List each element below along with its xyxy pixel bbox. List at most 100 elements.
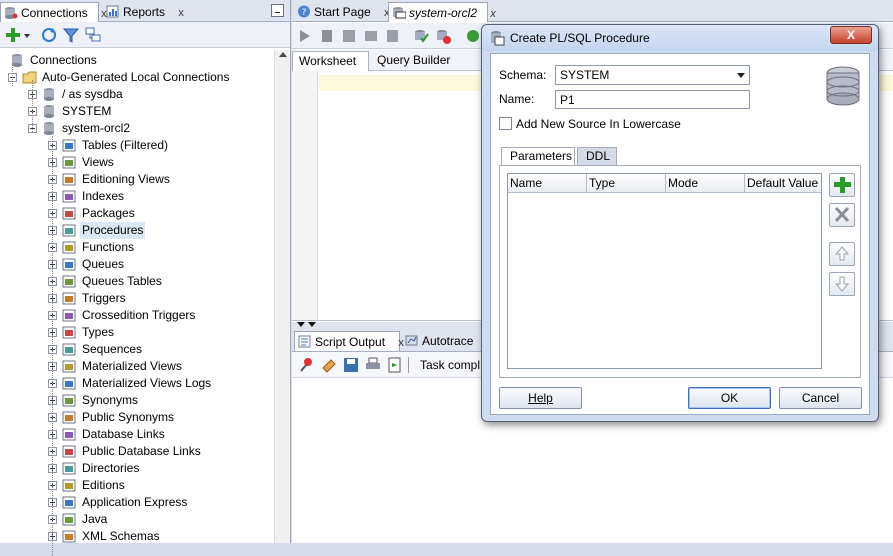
autotrace-icon[interactable] bbox=[362, 27, 380, 45]
connections-icon bbox=[5, 7, 18, 19]
add-parameter-button[interactable] bbox=[829, 173, 855, 197]
tree-item-views[interactable]: Views bbox=[0, 154, 274, 171]
tree-item-synonyms[interactable]: Synonyms bbox=[0, 392, 274, 409]
close-icon[interactable]: x bbox=[490, 8, 496, 20]
run-icon[interactable] bbox=[296, 27, 314, 45]
close-icon[interactable]: x bbox=[178, 7, 184, 19]
procedure-name-field[interactable]: P1 bbox=[555, 90, 750, 109]
tree-item-materialized-views[interactable]: Materialized Views bbox=[0, 358, 274, 375]
schema-browser-icon[interactable] bbox=[84, 26, 102, 44]
column-mode[interactable]: Mode bbox=[666, 174, 745, 193]
tab-start-page[interactable]: ? Start Page x bbox=[294, 2, 390, 22]
tree-item-public-synonyms[interactable]: Public Synonyms bbox=[0, 409, 274, 426]
object-type-icon bbox=[62, 530, 76, 543]
tree-item-label: Tables (Filtered) bbox=[82, 138, 169, 152]
save-icon[interactable] bbox=[342, 356, 360, 374]
tree-item-crossedition-triggers[interactable]: Crossedition Triggers bbox=[0, 307, 274, 324]
parameters-grid[interactable]: Name Type Mode Default Value bbox=[507, 173, 822, 369]
tree-item-queues-tables[interactable]: Queues Tables bbox=[0, 273, 274, 290]
tree-item-queues[interactable]: Queues bbox=[0, 256, 274, 273]
dialog-close-button[interactable]: X bbox=[830, 26, 872, 44]
column-type[interactable]: Type bbox=[587, 174, 666, 193]
tree-item-xml-schemas[interactable]: XML Schemas bbox=[0, 528, 274, 545]
pin-icon[interactable] bbox=[298, 356, 316, 374]
column-name[interactable]: Name bbox=[508, 174, 587, 193]
print-icon[interactable] bbox=[364, 356, 382, 374]
tree-scrollbar[interactable] bbox=[274, 50, 290, 543]
tab-system-orcl2[interactable]: system-orcl2 x bbox=[388, 2, 496, 22]
tree-item-editions[interactable]: Editions bbox=[0, 477, 274, 494]
tree-item-label: Application Express bbox=[82, 495, 188, 509]
dropdown-arrow-icon[interactable] bbox=[22, 26, 32, 44]
tree-item-indexes[interactable]: Indexes bbox=[0, 188, 274, 205]
tab-connections[interactable]: Connections x bbox=[0, 2, 107, 22]
tree-guide bbox=[32, 80, 33, 132]
clear-icon[interactable] bbox=[384, 27, 402, 45]
tree-item-procedures[interactable]: Procedures bbox=[0, 222, 274, 239]
add-connection-icon[interactable] bbox=[4, 26, 22, 44]
tree-item-tables-filtered-[interactable]: Tables (Filtered) bbox=[0, 137, 274, 154]
tree-item-connection[interactable]: SYSTEM bbox=[0, 103, 274, 120]
tree-item-database-links[interactable]: Database Links bbox=[0, 426, 274, 443]
tree-guide bbox=[52, 136, 53, 556]
tree-item-java[interactable]: Java bbox=[0, 511, 274, 528]
task-status-text: Task complete bbox=[420, 358, 480, 372]
editor-tabbar: ? Start Page x system-orcl2 x bbox=[292, 0, 893, 22]
tab-parameters[interactable]: Parameters bbox=[501, 147, 575, 166]
tab-script-output[interactable]: Script Output x bbox=[294, 331, 404, 351]
explain-plan-icon[interactable] bbox=[340, 27, 358, 45]
rollback-icon[interactable] bbox=[434, 27, 452, 45]
minimize-icon[interactable] bbox=[271, 4, 284, 17]
tab-query-builder[interactable]: Query Builder bbox=[371, 51, 461, 71]
tree-item-directories[interactable]: Directories bbox=[0, 460, 274, 477]
column-default-value[interactable]: Default Value bbox=[745, 174, 823, 193]
open-file-icon[interactable] bbox=[386, 356, 404, 374]
object-type-icon bbox=[62, 326, 76, 339]
tree-item-connection[interactable]: / as sysdba bbox=[0, 86, 274, 103]
sql-tuning-icon[interactable] bbox=[464, 27, 482, 45]
tree-item-label: Database Links bbox=[82, 427, 165, 441]
lowercase-checkbox[interactable] bbox=[499, 117, 512, 130]
move-up-button[interactable] bbox=[829, 242, 855, 266]
tree-item-label: Views bbox=[82, 155, 114, 169]
tree-item-materialized-views-logs[interactable]: Materialized Views Logs bbox=[0, 375, 274, 392]
schema-select[interactable]: SYSTEM bbox=[555, 65, 750, 85]
tree-item-label: Crossedition Triggers bbox=[82, 308, 196, 322]
tree-item-sequences[interactable]: Sequences bbox=[0, 341, 274, 358]
parameters-panel: Name Type Mode Default Value bbox=[499, 165, 861, 378]
run-script-icon[interactable] bbox=[318, 27, 336, 45]
move-down-button[interactable] bbox=[829, 272, 855, 296]
ok-button[interactable]: OK bbox=[688, 387, 771, 409]
tree-root-connections[interactable]: Connections bbox=[0, 52, 274, 69]
tree-item-triggers[interactable]: Triggers bbox=[0, 290, 274, 307]
remove-parameter-button[interactable] bbox=[829, 203, 855, 227]
tree-item-functions[interactable]: Functions bbox=[0, 239, 274, 256]
refresh-icon[interactable] bbox=[40, 26, 58, 44]
eraser-icon[interactable] bbox=[320, 356, 338, 374]
tree-item-label: XML Schemas bbox=[82, 529, 160, 543]
tree-item-label: Packages bbox=[82, 206, 135, 220]
tab-worksheet[interactable]: Worksheet bbox=[292, 51, 369, 71]
help-button[interactable]: Help bbox=[499, 387, 582, 409]
tree-item-connection[interactable]: system-orcl2 bbox=[0, 120, 274, 137]
dialog-titlebar[interactable]: Create PL/SQL Procedure X bbox=[482, 25, 878, 51]
tree-item-public-database-links[interactable]: Public Database Links bbox=[0, 443, 274, 460]
cancel-button[interactable]: Cancel bbox=[779, 387, 862, 409]
tree-item-types[interactable]: Types bbox=[0, 324, 274, 341]
tree-item-label: Procedures bbox=[80, 222, 146, 239]
grid-header: Name Type Mode Default Value bbox=[508, 174, 821, 193]
tree-item-auto-generated[interactable]: Auto-Generated Local Connections bbox=[0, 69, 274, 86]
tree-item-packages[interactable]: Packages bbox=[0, 205, 274, 222]
tab-ddl[interactable]: DDL bbox=[577, 147, 617, 166]
tree-item-editioning-views[interactable]: Editioning Views bbox=[0, 171, 274, 188]
name-label: Name: bbox=[499, 92, 535, 106]
tree-item-label: / as sysdba bbox=[62, 87, 123, 101]
tree-item-application-express[interactable]: Application Express bbox=[0, 494, 274, 511]
schema-select-value: SYSTEM bbox=[560, 68, 610, 82]
arrow-up-icon bbox=[834, 246, 850, 261]
tab-autotrace[interactable]: Autotrace bbox=[402, 331, 482, 351]
commit-icon[interactable] bbox=[412, 27, 430, 45]
filter-icon[interactable] bbox=[62, 26, 80, 44]
object-type-icon bbox=[62, 241, 76, 254]
tab-reports[interactable]: Reports x bbox=[103, 2, 184, 22]
